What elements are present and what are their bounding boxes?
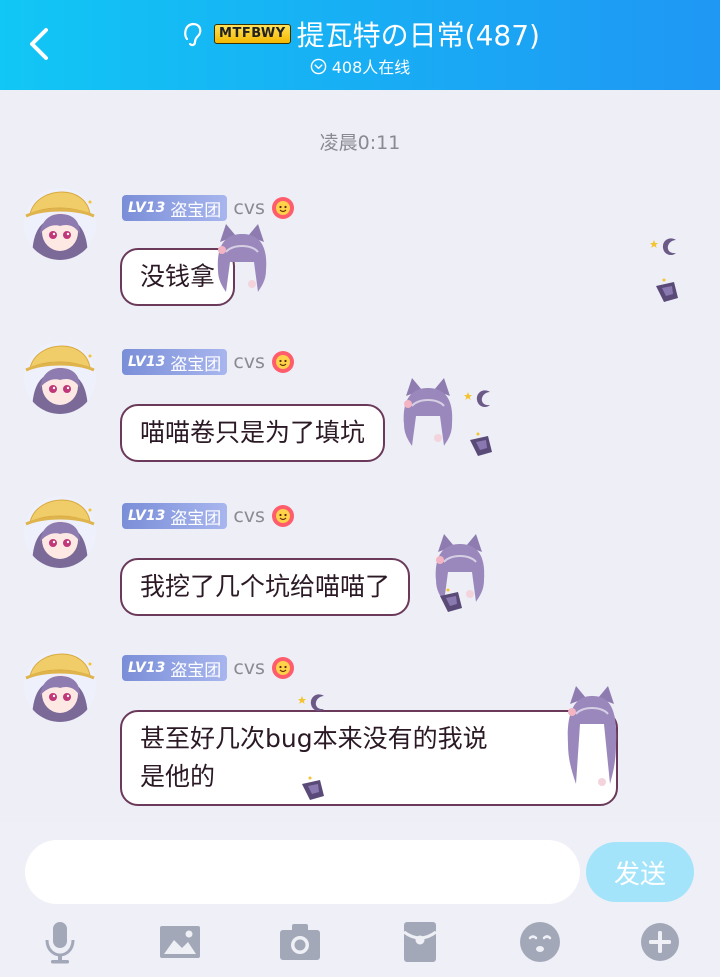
level-badge: LV13 盗宝团 [122, 655, 228, 681]
title-badge-text: 盗宝团 [170, 508, 222, 529]
nickname[interactable]: cvs [233, 657, 265, 679]
avatar[interactable] [24, 188, 96, 260]
avatar[interactable] [24, 342, 96, 414]
nickname[interactable]: cvs [233, 197, 265, 219]
title-badge-text: 盗宝团 [170, 660, 222, 681]
group-title: 提瓦特の日常(487) [296, 19, 540, 52]
cat-girl-sticker-icon [403, 378, 453, 446]
level-text: LV13 [128, 660, 166, 676]
flower-emoji-icon [271, 197, 294, 219]
brand-badge: MTFBWY [214, 24, 291, 44]
moon-star-sticker-icon [298, 694, 324, 712]
flower-emoji-icon [271, 351, 294, 373]
avatar[interactable] [24, 650, 96, 722]
microphone-icon[interactable] [36, 918, 84, 966]
level-badge: LV13 盗宝团 [122, 195, 228, 221]
plus-icon[interactable] [636, 918, 684, 966]
nickname[interactable]: cvs [233, 505, 265, 527]
level-text: LV13 [128, 508, 166, 524]
message-text: 喵喵卷只是为了填坑 [140, 418, 366, 447]
timestamp: 凌晨0:11 [319, 132, 401, 154]
composer-toolbar [0, 918, 720, 966]
image-icon[interactable] [156, 918, 204, 966]
gem-sticker-icon [470, 432, 492, 456]
sender-meta: LV13 盗宝团 cvs [122, 194, 295, 222]
avatar[interactable] [24, 496, 96, 568]
level-text: LV13 [128, 200, 166, 216]
message-bubble[interactable]: 喵喵卷只是为了填坑 [120, 404, 386, 462]
avatar-image [24, 188, 96, 260]
flower-emoji-icon [271, 505, 294, 527]
camera-icon[interactable] [276, 918, 324, 966]
ear-icon [184, 22, 202, 47]
online-count[interactable]: 408人在线 [0, 55, 720, 77]
composer: 发送 [0, 822, 720, 977]
level-text: LV13 [128, 354, 166, 370]
sender-meta: LV13 盗宝团 cvs [122, 654, 295, 682]
avatar-image [24, 496, 96, 568]
gem-sticker-icon [302, 776, 324, 800]
message-input[interactable] [25, 840, 580, 904]
level-badge: LV13 盗宝团 [122, 349, 228, 375]
sender-meta: LV13 盗宝团 cvs [122, 502, 295, 530]
moon-star-sticker-icon [650, 238, 676, 256]
moon-star-sticker-icon [464, 390, 490, 408]
message-text: 没钱拿 [140, 262, 216, 291]
chat-header: MTFBWY 提瓦特の日常(487) 408人在线 [0, 0, 720, 90]
emoji-icon[interactable] [516, 918, 564, 966]
gem-sticker-icon [440, 588, 462, 612]
send-button[interactable]: 发送 [586, 842, 694, 902]
cat-girl-sticker-icon [567, 686, 617, 786]
title-badge-text: 盗宝团 [170, 200, 222, 221]
level-badge: LV13 盗宝团 [122, 503, 228, 529]
message-text-line: 是他的 [140, 762, 216, 791]
message-text: 我挖了几个坑给喵喵了 [140, 572, 391, 601]
avatar-image [24, 342, 96, 414]
title-row[interactable]: MTFBWY 提瓦特の日常(487) [0, 14, 720, 54]
cat-girl-sticker-icon [217, 224, 267, 292]
avatar-image [24, 650, 96, 722]
message-text-line: 甚至好几次bug本来没有的我说 [140, 724, 488, 753]
message-bubble[interactable]: 我挖了几个坑给喵喵了 [120, 558, 411, 616]
sender-meta: LV13 盗宝团 cvs [122, 348, 295, 376]
flower-emoji-icon [271, 657, 294, 679]
online-text: 408人在线 [331, 58, 411, 77]
gem-sticker-icon [656, 278, 678, 302]
red-packet-icon[interactable] [396, 918, 444, 966]
title-badge-text: 盗宝团 [170, 354, 222, 375]
nickname[interactable]: cvs [233, 351, 265, 373]
chevron-down-circle-icon [310, 58, 327, 74]
message-bubble[interactable]: 甚至好几次bug本来没有的我说 是他的 [120, 710, 618, 806]
